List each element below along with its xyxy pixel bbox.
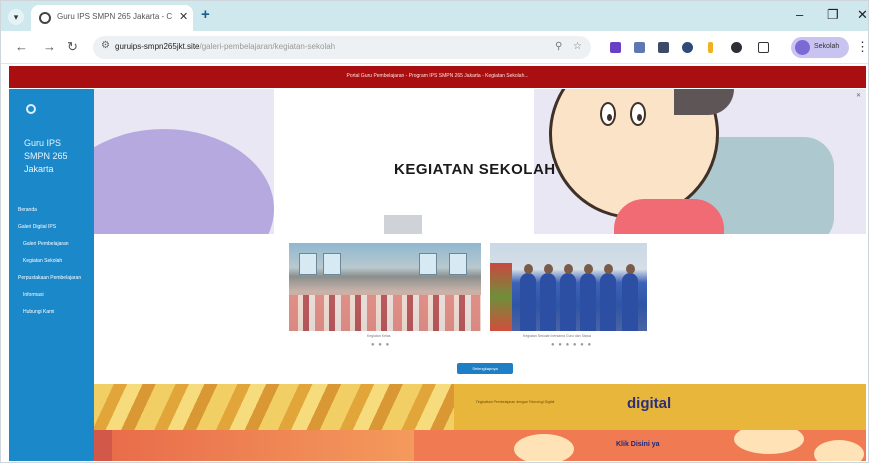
address-bar[interactable]: ⚙ guruips-smpn265jkt.site/galeri-pembela… (93, 36, 591, 59)
url-path: /galeri-pembelajaran/kegiatan-sekolah (199, 42, 336, 51)
photo-head (584, 264, 593, 274)
tab-close-icon[interactable]: ✕ (179, 10, 188, 23)
digital-banner[interactable]: Tingkatkan Pembelajaran dengan Teknologi… (94, 384, 866, 430)
photo-head (544, 264, 553, 274)
url-text[interactable]: guruips-smpn265jkt.site/galeri-pembelaja… (115, 42, 335, 51)
new-tab-icon[interactable]: + (201, 6, 210, 23)
hero-eye (630, 102, 646, 126)
site-logo-icon[interactable] (26, 104, 36, 114)
banner-blob (734, 430, 804, 454)
photo-person (560, 264, 576, 331)
photo-person (622, 264, 638, 331)
photo-window (419, 253, 437, 275)
carousel-dot-indicator[interactable]: ● ● ● (371, 342, 390, 348)
zoom-icon[interactable]: ⚲ (555, 41, 562, 52)
announcement-bar: Portal Guru Pembelajaran - Program IPS S… (9, 66, 866, 88)
extension-icon[interactable] (708, 42, 713, 53)
bookmark-star-icon[interactable]: ☆ (573, 41, 582, 52)
reload-icon[interactable]: ↻ (67, 39, 78, 55)
hero-eye (600, 102, 616, 126)
hero-board-stand (384, 215, 422, 234)
bottom-banner[interactable]: Klik Disini ya (94, 430, 866, 461)
profile-button[interactable]: Sekolah (791, 37, 849, 58)
page-title: KEGIATAN SEKOLAH (394, 161, 556, 178)
banner-decor (94, 430, 414, 461)
banner-brand: digital (627, 395, 672, 412)
profile-avatar-icon (795, 40, 810, 55)
extension-icon[interactable] (731, 42, 742, 53)
photo-head (564, 264, 573, 274)
photo-person (600, 264, 616, 331)
sidebar-item-hubungi-kami[interactable]: Hubungi Kami (23, 309, 54, 315)
sidebar-item-galeri-pembelajaran[interactable]: Galeri Pembelajaran (23, 241, 69, 247)
window-close-icon[interactable]: ✕ (857, 7, 868, 23)
tab-search-icon[interactable]: ▾ (8, 9, 24, 25)
photo-head (626, 264, 635, 274)
carousel-dot-indicator[interactable]: ● ● ● ● ● ● (551, 342, 592, 348)
more-button-label: Selengkapnya (472, 366, 498, 371)
hero-character-shirt (614, 199, 724, 234)
extensions-puzzle-icon[interactable] (758, 42, 769, 53)
browser-toolbar: ← → ↻ ⚙ guruips-smpn265jkt.site/galeri-p… (1, 31, 869, 64)
photo-head (604, 264, 613, 274)
extension-icon[interactable] (682, 42, 693, 53)
extension-icon[interactable] (658, 42, 669, 53)
photo-window (323, 253, 341, 275)
close-icon[interactable]: ✕ (856, 92, 861, 99)
announcement-text: Portal Guru Pembelajaran - Program IPS S… (346, 73, 529, 79)
sidebar-item-perpustakaan[interactable]: Perpustakaan Pembelajaran (18, 275, 81, 281)
banner-text: Tingkatkan Pembelajaran dengan Teknologi… (475, 400, 555, 404)
more-button[interactable]: Selengkapnya (457, 363, 513, 374)
minimize-icon[interactable]: – (796, 7, 803, 22)
photo-person (540, 264, 556, 331)
sidebar-item-galeri-digital[interactable]: Galeri Digital IPS (18, 224, 56, 230)
hero-pupil (637, 114, 642, 121)
sidebar: Guru IPS SMPN 265 Jakarta Beranda Galeri… (9, 89, 94, 461)
carousel-dots[interactable]: ● ● ● ● ● ● (551, 342, 592, 348)
banner-stripe (94, 430, 112, 461)
photo-person (520, 264, 536, 331)
site-favicon-icon (39, 12, 51, 24)
photo-caption: Kegiatan Sekolah bersama Guru dan Siswa (523, 334, 591, 338)
gallery-photo-group[interactable] (490, 243, 647, 331)
photo-flowers (490, 263, 512, 331)
photo-students (289, 295, 481, 331)
photo-window (449, 253, 467, 275)
browser-tab[interactable]: Guru IPS SMPN 265 Jakarta - C ✕ (31, 5, 193, 31)
sidebar-title[interactable]: Guru IPS SMPN 265 Jakarta (24, 137, 89, 176)
photo-caption: Kegiatan Kelas (367, 334, 391, 338)
hero-pupil (607, 114, 612, 121)
photo-window (299, 253, 317, 275)
restore-icon[interactable]: ❐ (827, 7, 839, 23)
forward-icon[interactable]: → (43, 39, 56, 54)
browser-menu-icon[interactable]: ⋮ (856, 39, 869, 55)
banner-blob (514, 434, 574, 461)
carousel-dots[interactable]: ● ● ● (371, 342, 390, 348)
profile-label: Sekolah (814, 43, 840, 50)
hero-banner: KEGIATAN SEKOLAH ✕ (94, 89, 866, 234)
browser-window: ▾ Guru IPS SMPN 265 Jakarta - C ✕ + – ❐ … (0, 0, 869, 463)
gallery-photo-classroom[interactable] (289, 243, 481, 331)
site-info-icon[interactable]: ⚙ (101, 40, 110, 51)
back-icon[interactable]: ← (15, 39, 28, 54)
url-domain: guruips-smpn265jkt.site (115, 42, 200, 51)
sidebar-item-kegiatan-sekolah[interactable]: Kegiatan Sekolah (23, 258, 62, 264)
extension-icon[interactable] (610, 42, 621, 53)
banner-text: Klik Disini ya (616, 441, 660, 448)
extension-icon[interactable] (634, 42, 645, 53)
photo-person (580, 264, 596, 331)
sidebar-item-beranda[interactable]: Beranda (18, 207, 37, 213)
banner-blob (814, 440, 864, 461)
sidebar-item-informasi[interactable]: Informasi (23, 292, 44, 298)
tab-title: Guru IPS SMPN 265 Jakarta - C (57, 12, 173, 21)
banner-decor (94, 384, 454, 430)
tab-strip: ▾ Guru IPS SMPN 265 Jakarta - C ✕ + – ❐ … (1, 1, 868, 31)
photo-head (524, 264, 533, 274)
